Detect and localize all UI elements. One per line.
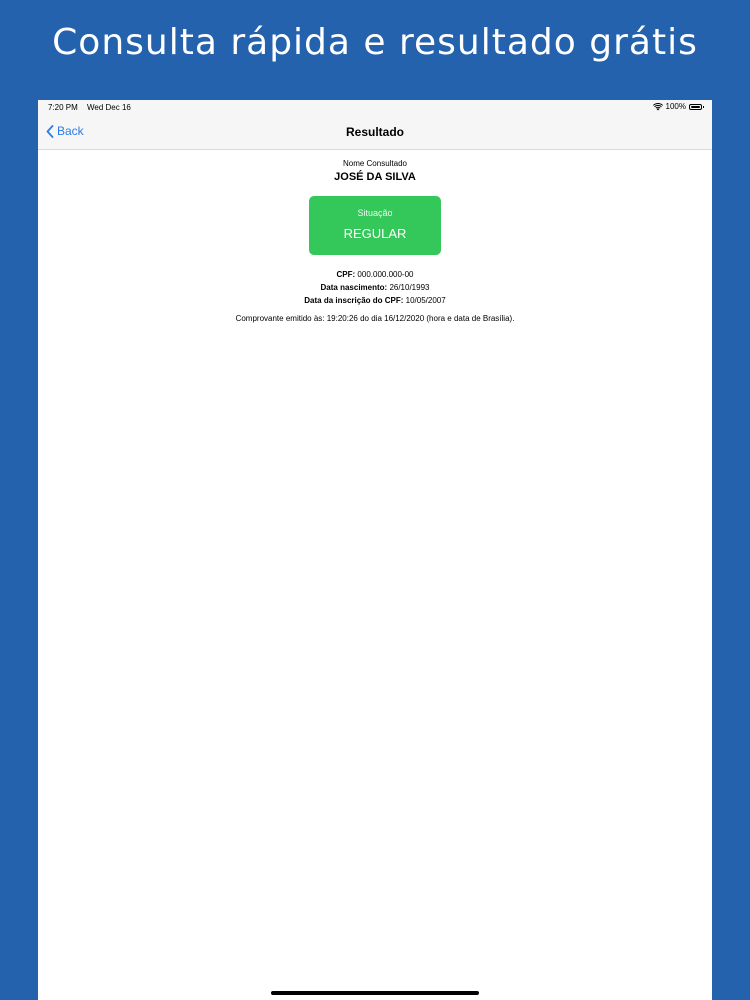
birth-label: Data nascimento: (320, 283, 388, 292)
device-screen: 7:20 PM Wed Dec 16 100% Back Resultado N… (38, 100, 712, 1000)
navigation-bar: Back Resultado (38, 115, 712, 150)
situacao-label: Situação (357, 208, 393, 218)
page-title: Resultado (345, 125, 404, 139)
result-content: Nome Consultado JOSÉ DA SILVA Situação R… (38, 150, 712, 323)
status-date: Wed Dec 16 (87, 103, 131, 112)
battery-icon (689, 103, 704, 110)
wifi-icon (652, 102, 663, 110)
battery-percent: 100% (665, 102, 686, 111)
receipt-text: Comprovante emitido às: 19:20:26 do dia … (235, 314, 515, 323)
situacao-card: Situação REGULAR (309, 196, 441, 255)
details-block: CPF: 000.000.000-00 Data nascimento: 26/… (38, 268, 712, 307)
cpf-value: 000.000.000-00 (357, 270, 414, 279)
promo-title: Consulta rápida e resultado grátis (52, 22, 698, 63)
status-bar: 7:20 PM Wed Dec 16 100% (38, 100, 712, 115)
cpf-label: CPF: (336, 270, 356, 279)
inscricao-label: Data da inscrição do CPF: (304, 296, 404, 305)
status-indicators: 100% (652, 102, 704, 111)
situacao-value: REGULAR (343, 226, 407, 241)
name-label: Nome Consultado (342, 159, 408, 168)
home-indicator[interactable] (271, 991, 479, 995)
inscricao-row: Data da inscrição do CPF: 10/05/2007 (38, 294, 712, 307)
name-value: JOSÉ DA SILVA (334, 171, 416, 183)
status-time: 7:20 PM (48, 103, 78, 112)
birth-value: 26/10/1993 (389, 283, 430, 292)
cpf-row: CPF: 000.000.000-00 (38, 268, 712, 281)
birth-row: Data nascimento: 26/10/1993 (38, 281, 712, 294)
inscricao-value: 10/05/2007 (405, 296, 446, 305)
